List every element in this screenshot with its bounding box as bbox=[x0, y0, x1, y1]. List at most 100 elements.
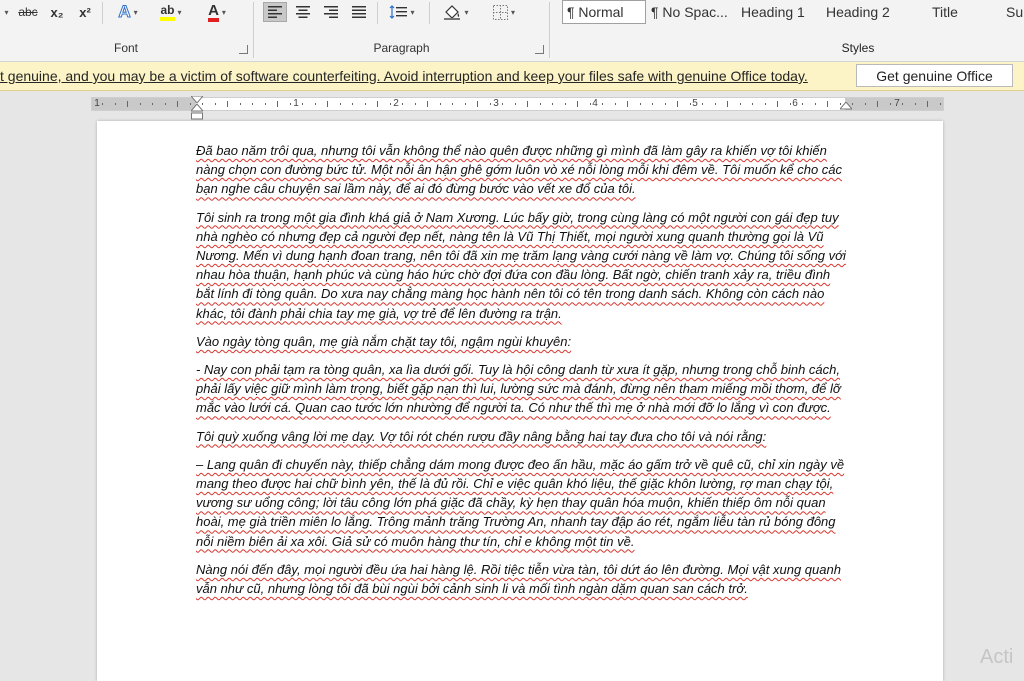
subscript-button[interactable]: x₂ bbox=[46, 2, 68, 22]
style-title[interactable]: Title bbox=[932, 0, 958, 24]
highlight-color-button[interactable]: ab ▾ bbox=[152, 2, 190, 22]
ruler-tick bbox=[177, 101, 178, 107]
ruler-tick bbox=[264, 103, 266, 105]
superscript-button[interactable]: x² bbox=[74, 2, 96, 22]
align-right-button[interactable] bbox=[319, 2, 343, 22]
line-spacing-icon bbox=[390, 5, 408, 19]
ruler-number: 5 bbox=[692, 98, 698, 109]
ruler-tick bbox=[227, 101, 228, 107]
ruler-tick bbox=[602, 103, 603, 105]
style-no-spacing[interactable]: ¶ No Spac... bbox=[651, 0, 728, 24]
ruler-tick bbox=[289, 103, 291, 105]
genuine-office-notification-bar: t genuine, and you may be a victim of so… bbox=[0, 62, 1024, 91]
right-indent-marker[interactable] bbox=[840, 102, 852, 110]
font-dialog-launcher[interactable] bbox=[239, 45, 248, 54]
document-paragraph[interactable]: Tôi quỳ xuống vâng lời mẹ dạy. Vợ tôi ró… bbox=[196, 427, 846, 446]
document-paragraph[interactable]: Tôi sinh ra trong một gia đình khá giả ở… bbox=[196, 208, 846, 323]
ruler-tick bbox=[577, 101, 578, 107]
ruler-tick bbox=[552, 103, 553, 105]
horizontal-ruler[interactable]: 1 1 2 3 4 5 6 7 bbox=[91, 96, 944, 120]
shading-button[interactable]: ▾ bbox=[437, 2, 475, 22]
ruler-tick bbox=[402, 103, 403, 105]
ruler-tick bbox=[127, 101, 128, 107]
ruler-tick bbox=[527, 101, 528, 107]
ruler-tick bbox=[752, 103, 753, 105]
ruler-tick bbox=[639, 103, 641, 105]
ribbon-separator bbox=[253, 2, 254, 58]
justify-button[interactable] bbox=[347, 2, 371, 22]
ruler-tick bbox=[914, 103, 916, 105]
paragraph-group-label: Paragraph bbox=[373, 41, 430, 55]
document-page[interactable]: Đã bao năm trôi qua, nhưng tôi vẫn không… bbox=[97, 121, 943, 681]
ruler-tick bbox=[414, 103, 416, 105]
text-effects-icon: A bbox=[118, 2, 131, 22]
style-normal[interactable]: ¶ Normal bbox=[562, 0, 646, 24]
ruler-tick bbox=[352, 103, 353, 105]
font-size-dropdown-caret[interactable]: ▾ bbox=[0, 2, 10, 22]
document-paragraph[interactable]: - Nay con phải tạm ra tòng quân, xa lìa … bbox=[196, 360, 846, 418]
document-paragraph[interactable]: – Lang quân đi chuyến này, thiếp chẳng d… bbox=[196, 455, 846, 551]
ruler-tick bbox=[514, 103, 516, 105]
strikethrough-button[interactable]: abc bbox=[16, 2, 40, 22]
document-paragraph[interactable]: Đã bao năm trôi qua, nhưng tôi vẫn không… bbox=[196, 141, 846, 199]
style-subtitle[interactable]: Sul bbox=[1006, 0, 1024, 24]
styles-gallery: ¶ Normal ¶ No Spac... Heading 1 Heading … bbox=[556, 0, 1024, 26]
ruler-tick bbox=[327, 101, 328, 107]
style-heading-2[interactable]: Heading 2 bbox=[826, 0, 890, 24]
style-heading-1[interactable]: Heading 1 bbox=[741, 0, 805, 24]
font-color-icon: A bbox=[208, 3, 219, 22]
ruler-tick bbox=[314, 103, 316, 105]
ruler-left-margin bbox=[92, 98, 196, 110]
ruler-tick bbox=[677, 101, 678, 107]
ruler-number: 6 bbox=[792, 98, 798, 109]
font-color-button[interactable]: A ▾ bbox=[198, 2, 236, 22]
ruler-tick bbox=[152, 103, 153, 105]
highlighter-icon: ab bbox=[160, 3, 175, 21]
ruler-tick bbox=[889, 103, 891, 105]
ruler-tick bbox=[789, 103, 791, 105]
ruler-tick bbox=[302, 103, 303, 105]
ribbon-separator bbox=[549, 2, 550, 58]
borders-button[interactable]: ▾ bbox=[485, 2, 523, 22]
ruler-tick bbox=[114, 103, 116, 105]
ruler-number: 1 bbox=[94, 98, 100, 109]
document-paragraph[interactable]: Vào ngày tòng quân, mẹ già nắm chặt tay … bbox=[196, 332, 846, 351]
borders-icon bbox=[492, 4, 508, 20]
align-center-icon bbox=[296, 6, 310, 18]
ruler-tick bbox=[689, 103, 691, 105]
ruler-tick bbox=[664, 103, 666, 105]
font-group: ▾ abc x₂ x² A ▾ ab ▾ A ▾ Font bbox=[0, 0, 252, 61]
ruler-tick bbox=[627, 101, 628, 107]
ruler-tick bbox=[502, 103, 503, 105]
ruler-number: 1 bbox=[293, 98, 299, 109]
ruler-tick bbox=[739, 103, 741, 105]
ruler-tick bbox=[377, 101, 378, 107]
ruler-tick bbox=[277, 101, 278, 107]
ruler-tick bbox=[589, 103, 591, 105]
ruler-tick bbox=[464, 103, 466, 105]
ruler-tick bbox=[839, 103, 841, 105]
text-effects-button[interactable]: A ▾ bbox=[110, 2, 146, 22]
ruler-tick bbox=[477, 101, 478, 107]
ruler-tick bbox=[439, 103, 441, 105]
paragraph-group: ▾ ▾ ▾ Paragraph bbox=[255, 0, 548, 61]
ruler-tick bbox=[389, 103, 391, 105]
paragraph-dialog-launcher[interactable] bbox=[535, 45, 544, 54]
hanging-indent-marker[interactable] bbox=[191, 104, 203, 120]
notification-message-link[interactable]: t genuine, and you may be a victim of so… bbox=[0, 68, 808, 84]
ruler-tick bbox=[814, 103, 816, 105]
activate-windows-watermark: Acti bbox=[980, 646, 1014, 668]
document-paragraph[interactable]: Nàng nói đến đây, mọi người đều ứa hai h… bbox=[196, 560, 846, 598]
ruler-tick bbox=[927, 101, 928, 107]
ruler-tick bbox=[614, 103, 616, 105]
ruler-tick bbox=[827, 101, 828, 107]
line-spacing-button[interactable]: ▾ bbox=[383, 2, 421, 22]
align-left-button[interactable] bbox=[263, 2, 287, 22]
align-center-button[interactable] bbox=[291, 2, 315, 22]
ruler-tick bbox=[427, 101, 428, 107]
ruler-tick bbox=[652, 103, 653, 105]
document-body[interactable]: Đã bao năm trôi qua, nhưng tôi vẫn không… bbox=[196, 141, 846, 607]
ruler-tick bbox=[702, 103, 703, 105]
get-genuine-office-button[interactable]: Get genuine Office bbox=[856, 64, 1013, 87]
ribbon-separator bbox=[377, 2, 378, 24]
